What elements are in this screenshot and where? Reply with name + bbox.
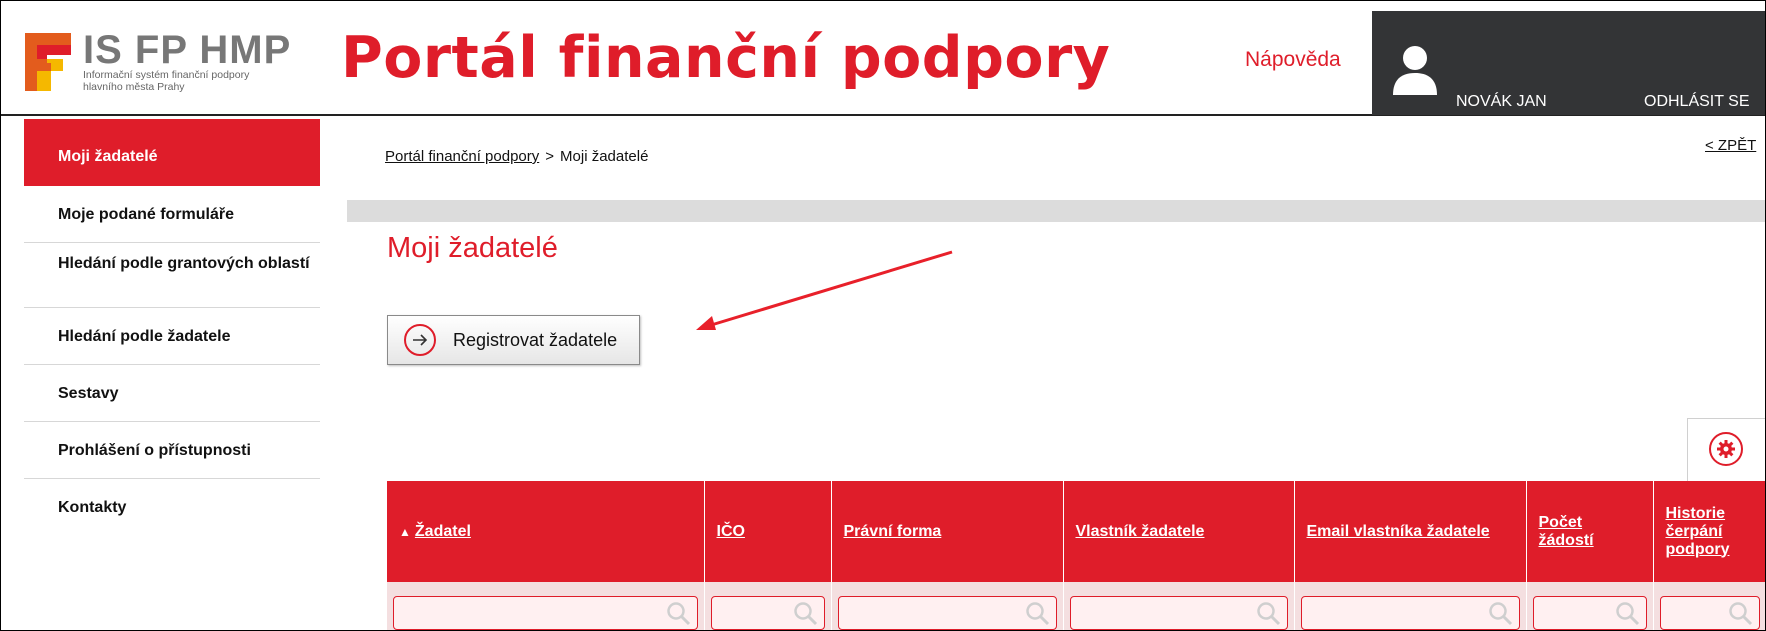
logo[interactable]: IS FP HMP Informační systém finanční pod…	[25, 28, 292, 93]
annotation-arrow	[696, 250, 953, 330]
logo-icon	[25, 33, 71, 91]
help-link[interactable]: Nápověda	[1245, 48, 1341, 72]
portal-title: Portál finanční podpory	[341, 25, 1111, 91]
filter-input-zadatel[interactable]	[394, 596, 697, 629]
user-panel: NOVÁK JAN ODHLÁSIT SE	[1372, 11, 1766, 115]
gear-icon	[1709, 432, 1743, 466]
register-button-label: Registrovat žadatele	[453, 329, 618, 350]
column-link-ico[interactable]: IČO	[717, 523, 745, 540]
filter-pravni-forma[interactable]	[837, 595, 1057, 630]
sidebar-item-sestavy[interactable]: Sestavy	[24, 365, 320, 422]
sidebar-item-podane-formulare[interactable]: Moje podané formuláře	[24, 186, 320, 243]
logout-link[interactable]: ODHLÁSIT SE	[1644, 93, 1750, 111]
header: IS FP HMP Informační systém finanční pod…	[0, 0, 1766, 116]
search-icon	[1025, 601, 1049, 625]
filter-cell	[1294, 582, 1527, 631]
sidebar-item-hledani-zadatele[interactable]: Hledání podle žadatele	[24, 308, 320, 365]
table-settings-tab[interactable]	[1687, 418, 1766, 482]
sidebar-item-kontakty[interactable]: Kontakty	[24, 479, 320, 536]
sidebar-item-moji-zadatele[interactable]: Moji žadatelé	[24, 129, 320, 186]
user-name[interactable]: NOVÁK JAN	[1456, 93, 1547, 111]
divider-bar	[347, 200, 1766, 222]
filter-row	[387, 582, 1766, 631]
sidebar-item-grantove-oblasti[interactable]: Hledání podle grantových oblastí	[24, 243, 320, 308]
column-link-email[interactable]: Email vlastníka žadatele	[1307, 523, 1490, 540]
filter-email[interactable]	[1300, 595, 1520, 630]
column-header-pocet[interactable]: Počet žádostí	[1526, 481, 1654, 582]
register-applicant-button[interactable]: Registrovat žadatele	[387, 315, 640, 365]
filter-cell	[831, 582, 1064, 631]
filter-vlastnik[interactable]	[1069, 595, 1288, 630]
table-header-row: ▲ Žadatel IČO Právní forma Vlastník žadat…	[387, 481, 1766, 582]
breadcrumb-root-link[interactable]: Portál finanční podpory	[385, 148, 539, 165]
sort-up-icon: ▲	[399, 524, 411, 539]
search-icon	[793, 601, 817, 625]
back-link[interactable]: < ZPĚT	[1705, 137, 1756, 154]
sidebar-item-pristupnost[interactable]: Prohlášení o přístupnosti	[24, 422, 320, 479]
filter-ico[interactable]	[710, 595, 825, 630]
column-header-ico[interactable]: IČO	[704, 481, 832, 582]
column-header-email[interactable]: Email vlastníka žadatele	[1294, 481, 1527, 582]
search-icon	[1615, 601, 1639, 625]
column-header-vlastnik[interactable]: Vlastník žadatele	[1063, 481, 1295, 582]
search-icon	[1256, 601, 1280, 625]
column-link-pocet[interactable]: Počet žádostí	[1539, 514, 1594, 549]
filter-zadatel[interactable]	[393, 595, 698, 630]
filter-cell	[704, 582, 832, 631]
sidebar-top-bar	[24, 119, 320, 129]
app-frame: IS FP HMP Informační systém finanční pod…	[0, 0, 1766, 631]
logo-title: IS FP HMP	[83, 28, 292, 72]
filter-pocet[interactable]	[1532, 595, 1647, 630]
column-link-historie[interactable]: Historie čerpání podpory	[1666, 505, 1730, 558]
page-title: Moji žadatelé	[387, 232, 558, 264]
logo-subtitle: Informační systém finanční podpory hlavn…	[83, 69, 250, 93]
breadcrumb: Portál finanční podpory > Moji žadatelé	[385, 148, 648, 165]
filter-cell	[1653, 582, 1766, 631]
filter-historie[interactable]	[1659, 595, 1760, 630]
column-header-zadatel[interactable]: ▲ Žadatel	[387, 481, 705, 582]
column-link-vlastnik[interactable]: Vlastník žadatele	[1076, 523, 1205, 540]
circle-arrow-right-icon	[404, 324, 436, 356]
applicants-table: ▲ Žadatel IČO Právní forma Vlastník žadat…	[387, 481, 1766, 631]
search-icon	[666, 601, 690, 625]
column-header-historie[interactable]: Historie čerpání podpory	[1653, 481, 1766, 582]
column-link-pravni-forma[interactable]: Právní forma	[844, 523, 942, 540]
filter-cell	[387, 582, 705, 631]
search-icon	[1728, 601, 1752, 625]
column-link-zadatel[interactable]: Žadatel	[415, 523, 471, 540]
sidebar: Moji žadatelé Moje podané formuláře Hled…	[24, 119, 320, 536]
breadcrumb-separator: >	[545, 148, 555, 165]
filter-cell	[1526, 582, 1654, 631]
column-header-pravni-forma[interactable]: Právní forma	[831, 481, 1064, 582]
breadcrumb-current: Moji žadatelé	[560, 148, 649, 165]
filter-cell	[1063, 582, 1295, 631]
search-icon	[1488, 601, 1512, 625]
user-icon	[1393, 46, 1437, 95]
